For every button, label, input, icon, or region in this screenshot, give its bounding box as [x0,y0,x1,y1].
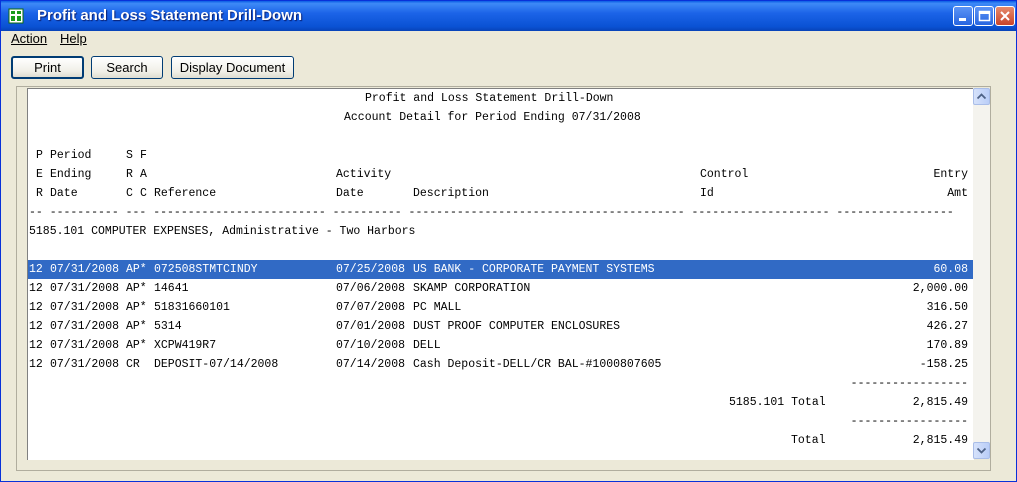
header-row-3: R Date C C Reference Date Description Id… [36,187,968,200]
table-row[interactable]: 12 07/31/2008 CR DEPOSIT-07/14/2008 07/14/20… [28,355,974,374]
cell-description: PC MALL [413,301,462,314]
cell-activity: 07/14/2008 [336,358,406,371]
cell-description: DELL [413,339,441,352]
maximize-icon [978,10,991,22]
cell-activity: 07/25/2008 [336,263,406,276]
cell-amount: 2,000.00 [912,282,968,295]
header-row-1: P Period S F [36,149,147,162]
cell-srcfa: AP* [126,282,147,295]
app-icon [8,8,24,24]
cell-amount: 170.89 [926,339,968,352]
grand-total-label: Total [791,434,826,447]
cell-per: 12 [29,301,43,314]
menu-action[interactable]: Action [11,31,47,46]
cell-srcfa: AP* [126,339,147,352]
report-view[interactable]: Profit and Loss Statement Drill-Down Acc… [27,88,974,460]
account-total-amount: 2,815.49 [912,396,968,409]
cell-activity: 07/07/2008 [336,301,406,314]
cell-reference: DEPOSIT-07/14/2008 [154,358,279,371]
print-button[interactable]: Print [11,56,84,79]
cell-per: 12 [29,358,43,371]
header-row-2: E Ending R A Activity Control Entry [36,168,968,181]
table-row[interactable]: 12 07/31/2008 AP* 14641 07/06/2008 SKAMP CORP… [28,279,974,298]
window-title: Profit and Loss Statement Drill-Down [37,7,303,24]
cell-activity: 07/06/2008 [336,282,406,295]
cell-description: US BANK - CORPORATE PAYMENT SYSTEMS [413,263,655,276]
cell-period: 07/31/2008 [50,320,120,333]
cell-srcfa: AP* [126,320,147,333]
cell-amount: 426.27 [926,320,968,333]
cell-amount: 60.08 [933,263,968,276]
cell-period: 07/31/2008 [50,263,120,276]
cell-description: Cash Deposit-DELL/CR BAL-#1000807605 [413,358,662,371]
grand-total-rule: ----------------- [850,415,968,428]
cell-period: 07/31/2008 [50,282,120,295]
cell-srcfa: AP* [126,301,147,314]
cell-srcfa: AP* [126,263,147,276]
maximize-button[interactable] [974,6,994,26]
account-total-row: 5185.101 Total 2,815.49 [28,393,974,412]
cell-description: SKAMP CORPORATION [413,282,531,295]
table-row[interactable]: 12 07/31/2008 AP* XCPW419R7 07/10/2008 DELL 17… [28,336,974,355]
cell-per: 12 [29,339,43,352]
cell-reference: 14641 [154,282,189,295]
table-row[interactable]: 12 07/31/2008 AP* 072508STMTCINDY 07/25/2008… [28,260,974,279]
cell-per: 12 [29,263,43,276]
cell-period: 07/31/2008 [50,339,120,352]
scroll-down-button[interactable] [973,442,990,459]
cell-description: DUST PROOF COMPUTER ENCLOSURES [413,320,621,333]
cell-reference: XCPW419R7 [154,339,217,352]
scroll-up-button[interactable] [973,88,990,105]
table-row[interactable]: 12 07/31/2008 AP* 5314 07/01/2008 DUST PROOF … [28,317,974,336]
report-subtitle: Account Detail for Period Ending 07/31/2… [344,111,641,124]
grand-total-amount: 2,815.49 [912,434,968,447]
cell-activity: 07/01/2008 [336,320,406,333]
account-heading: 5185.101 COMPUTER EXPENSES, Administrati… [29,225,416,238]
chevron-up-icon [977,93,986,100]
cell-srcfa: CR [126,358,140,371]
cell-reference: 072508STMTCINDY [154,263,258,276]
cell-period: 07/31/2008 [50,301,120,314]
close-button[interactable] [995,6,1015,26]
window: Profit and Loss Statement Drill-Down Act… [0,0,1017,482]
menu-bar: Action Help [1,31,1016,51]
cell-reference: 51831660101 [154,301,230,314]
chevron-down-icon [977,447,986,454]
cell-amount: 316.50 [926,301,968,314]
search-button[interactable]: Search [91,56,163,79]
title-bar[interactable]: Profit and Loss Statement Drill-Down [1,1,1016,31]
account-total-label: 5185.101 Total [729,396,826,409]
minimize-icon [959,18,966,21]
header-separator: -- ---------- --- ----------------------… [29,206,954,219]
vertical-scrollbar[interactable] [973,88,990,459]
subtotal-rule: ----------------- [850,377,968,390]
display-document-button[interactable]: Display Document [171,56,294,79]
cell-reference: 5314 [154,320,182,333]
cell-amount: -158.25 [919,358,968,371]
cell-period: 07/31/2008 [50,358,120,371]
close-icon [1000,11,1010,21]
cell-per: 12 [29,282,43,295]
report-title: Profit and Loss Statement Drill-Down [365,92,614,105]
table-row[interactable]: 12 07/31/2008 AP* 51831660101 07/07/2008 PC M… [28,298,974,317]
grand-total-row: Total 2,815.49 [28,431,974,450]
cell-activity: 07/10/2008 [336,339,406,352]
cell-per: 12 [29,320,43,333]
minimize-button[interactable] [953,6,973,26]
menu-help[interactable]: Help [60,31,87,46]
